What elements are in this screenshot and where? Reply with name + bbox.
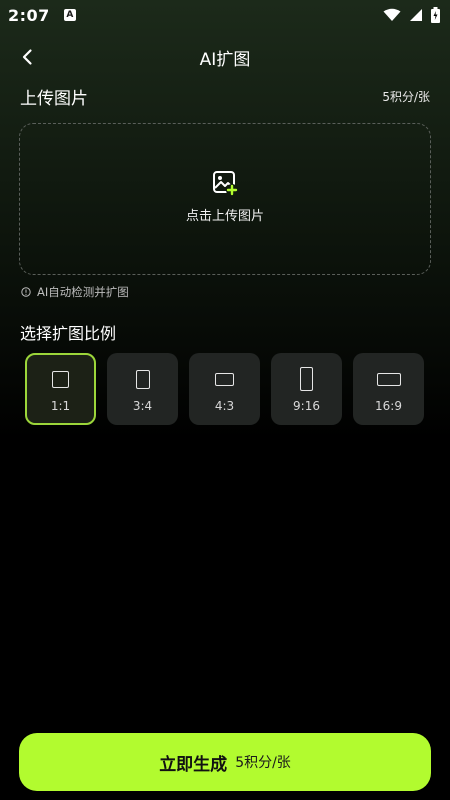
signal-icon xyxy=(410,9,422,21)
info-icon xyxy=(21,287,31,297)
ratio-section-title: 选择扩图比例 xyxy=(20,324,117,343)
ratio-option-1-1[interactable]: 1:1 xyxy=(25,353,96,425)
generate-button[interactable]: 立即生成 5积分/张 xyxy=(19,733,431,791)
landscape-ratio-icon xyxy=(215,372,234,386)
page-title: AI扩图 xyxy=(199,49,251,70)
ratio-option-3-4[interactable]: 3:4 xyxy=(107,353,178,425)
top-bar: AI扩图 xyxy=(0,38,450,76)
generate-button-label: 立即生成 xyxy=(159,754,228,775)
portrait-ratio-icon xyxy=(135,369,150,389)
generate-button-price: 5积分/张 xyxy=(235,755,291,771)
upload-price: 5积分/张 xyxy=(382,89,430,104)
ratio-label: 3:4 xyxy=(132,399,153,413)
ratio-options: 1:1 3:4 4:3 9:16 16:9 xyxy=(25,353,424,425)
upload-section-title: 上传图片 xyxy=(20,88,88,109)
wifi-icon xyxy=(383,8,401,21)
hint-text: AI自动检测并扩图 xyxy=(37,285,129,299)
ratio-option-9-16[interactable]: 9:16 xyxy=(271,353,342,425)
wide-landscape-ratio-icon xyxy=(376,372,401,386)
ratio-label: 1:1 xyxy=(50,399,71,413)
tall-portrait-ratio-icon xyxy=(300,367,313,391)
ratio-label: 9:16 xyxy=(293,399,320,413)
ratio-label: 16:9 xyxy=(375,399,402,413)
notification-app-icon: A xyxy=(63,9,76,21)
ratio-option-4-3[interactable]: 4:3 xyxy=(189,353,260,425)
upload-label: 点击上传图片 xyxy=(185,208,264,224)
upload-image-area[interactable]: 点击上传图片 xyxy=(19,123,431,275)
status-time: 2:07 xyxy=(8,5,50,25)
status-bar: 2:07 A xyxy=(0,0,450,30)
add-image-icon xyxy=(213,170,238,196)
upload-section-header: 上传图片 5积分/张 xyxy=(20,84,430,109)
square-ratio-icon xyxy=(52,370,69,388)
status-icons xyxy=(383,7,440,23)
ratio-label: 4:3 xyxy=(214,399,235,413)
battery-icon xyxy=(431,7,440,23)
back-arrow-icon[interactable] xyxy=(18,47,38,67)
ratio-option-16-9[interactable]: 16:9 xyxy=(353,353,424,425)
auto-detect-hint: AI自动检测并扩图 xyxy=(21,284,129,300)
